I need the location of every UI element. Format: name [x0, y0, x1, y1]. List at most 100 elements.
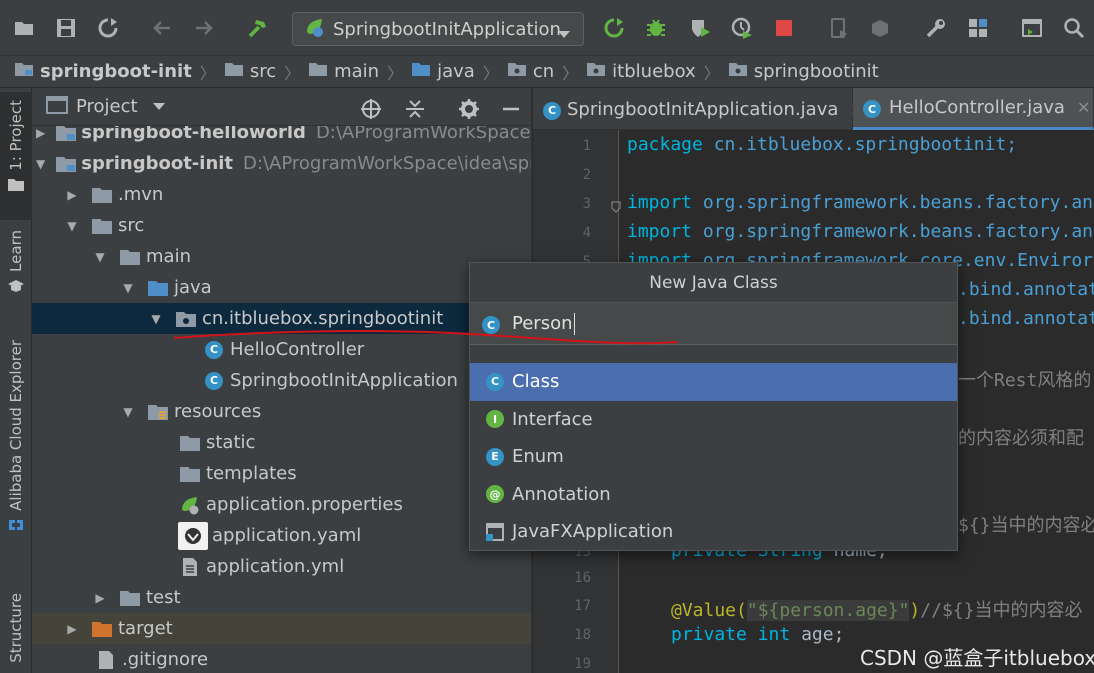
- hide-minimize-icon[interactable]: [500, 98, 522, 120]
- rerun-icon[interactable]: [600, 14, 628, 42]
- project-tool-window: ▶ springboot-helloworld D:\AProgramWorkS…: [32, 88, 532, 673]
- stop-icon[interactable]: [770, 14, 798, 42]
- code-line-1: package cn.itbluebox.springbootinit;: [627, 134, 1018, 155]
- project-tree: ▶ springboot-helloworld D:\AProgramWorkS…: [32, 117, 531, 673]
- tree-row-src[interactable]: ▼ src: [32, 210, 531, 241]
- excluded-folder-icon: [90, 619, 114, 639]
- tree-row-gitignore[interactable]: .gitignore: [32, 644, 531, 673]
- tree-row-java[interactable]: ▼ java: [32, 272, 531, 303]
- kind-option-interface[interactable]: I Interface: [470, 401, 957, 439]
- build-hammer-icon[interactable]: [244, 14, 272, 42]
- dialog-title: New Java Class: [470, 263, 957, 303]
- folder-icon: [178, 433, 202, 453]
- kind-option-enum[interactable]: E Enum: [470, 438, 957, 476]
- tree-row-main[interactable]: ▼ main: [32, 241, 531, 272]
- fold-marker-icon[interactable]: [611, 198, 621, 217]
- device-icon[interactable]: [824, 14, 852, 42]
- chevron-right-icon[interactable]: ▶: [36, 126, 45, 140]
- terminal-window-icon[interactable]: [1018, 14, 1046, 42]
- tree-row-test[interactable]: ▶ test: [32, 582, 531, 613]
- tree-row-target[interactable]: ▶ target: [32, 613, 531, 644]
- chevron-down-icon[interactable]: ▼: [148, 312, 164, 326]
- chevron-down-icon[interactable]: ▼: [36, 157, 45, 171]
- locate-crosshair-icon[interactable]: [360, 98, 382, 120]
- tree-row-static[interactable]: static: [32, 427, 531, 458]
- class-name-input[interactable]: C Person: [470, 303, 957, 345]
- tree-row-application-properties[interactable]: application.properties: [32, 489, 531, 520]
- line-number: 3: [582, 196, 591, 212]
- chevron-right-icon[interactable]: ▶: [64, 188, 80, 202]
- gear-icon[interactable]: [458, 98, 480, 120]
- chevron-down-icon[interactable]: ▼: [120, 405, 136, 419]
- project-structure-icon[interactable]: [964, 14, 992, 42]
- tool-window-tab-project[interactable]: 1: Project: [0, 92, 32, 220]
- tree-row-mvn[interactable]: ▶ .mvn: [32, 179, 531, 210]
- tab-springbootinitapplication[interactable]: C SpringbootInitApplication.java ✕: [533, 88, 864, 130]
- text-caret: [573, 312, 575, 335]
- source-folder-icon: [411, 61, 431, 82]
- javafx-application-icon: [484, 522, 506, 542]
- profile-icon[interactable]: [728, 14, 756, 42]
- open-icon[interactable]: [10, 14, 38, 42]
- chevron-down-icon[interactable]: ▼: [92, 250, 108, 264]
- breadcrumb-item-springbootinit[interactable]: springbootinit: [728, 61, 879, 82]
- package-box-icon[interactable]: [866, 14, 894, 42]
- breadcrumb-item-main[interactable]: main: [308, 61, 379, 82]
- project-view-icon: [46, 95, 68, 118]
- tree-row-application-yml[interactable]: application.yml: [32, 551, 531, 582]
- tree-row-package-springbootinit[interactable]: ▼ cn.itbluebox.springbootinit: [32, 303, 531, 334]
- tree-row-templates[interactable]: templates: [32, 458, 531, 489]
- text-file-icon: [178, 557, 202, 577]
- line-number: 2: [582, 167, 591, 183]
- spring-boot-icon: [303, 16, 325, 42]
- breadcrumb-item-springboot-init[interactable]: springboot-init: [14, 61, 192, 82]
- chevron-down-icon[interactable]: ▼: [64, 219, 80, 233]
- package-icon: [728, 61, 748, 82]
- tool-window-tab-structure[interactable]: Structure: [0, 593, 32, 673]
- kind-option-javafxapplication[interactable]: JavaFXApplication: [470, 513, 957, 551]
- java-class-icon: C: [482, 313, 500, 335]
- folder-icon: [178, 464, 202, 484]
- sync-icon[interactable]: [94, 14, 122, 42]
- breadcrumb-separator: 〉: [387, 63, 404, 83]
- back-arrow-icon[interactable]: [148, 14, 176, 42]
- tree-row-resources[interactable]: ▼ resources: [32, 396, 531, 427]
- save-icon[interactable]: [52, 14, 80, 42]
- project-panel-title[interactable]: Project: [76, 96, 138, 117]
- run-configuration-dropdown[interactable]: SpringbootInitApplication: [292, 12, 584, 46]
- main-toolbar: SpringbootInitApplication: [0, 0, 1094, 56]
- settings-wrench-icon[interactable]: [922, 14, 950, 42]
- run-with-coverage-icon[interactable]: [686, 14, 714, 42]
- breadcrumb-item-java[interactable]: java: [411, 61, 475, 82]
- search-icon[interactable]: [1060, 14, 1088, 42]
- chevron-right-icon[interactable]: ▶: [64, 622, 80, 636]
- tool-window-tab-alibaba-cloud-explorer[interactable]: Alibaba Cloud Explorer: [0, 340, 32, 555]
- chevron-right-icon[interactable]: ▶: [92, 591, 108, 605]
- line-number: 17: [574, 598, 591, 614]
- code-line-11: 的内容必须和配: [958, 428, 1084, 449]
- forward-arrow-icon[interactable]: [190, 14, 218, 42]
- new-java-class-dialog: New Java Class C Person C Class I Interf…: [469, 262, 958, 551]
- breadcrumb-item-src[interactable]: src: [224, 61, 276, 82]
- tree-row-springbootinitapplication[interactable]: C SpringbootInitApplication: [32, 365, 531, 396]
- folder-icon: [90, 216, 114, 236]
- tree-row-hellocontroller[interactable]: C HelloController: [32, 334, 531, 365]
- collapse-all-icon[interactable]: [404, 98, 426, 120]
- chevron-down-icon[interactable]: [152, 97, 166, 116]
- tool-window-tab-learn[interactable]: Learn: [0, 230, 32, 310]
- tree-row-springboot-init[interactable]: ▼ springboot-init D:\AProgramWorkSpace\i…: [32, 148, 531, 179]
- annotation-kind-icon: @: [484, 484, 506, 504]
- tab-hellocontroller[interactable]: C HelloController.java ✕: [853, 88, 1094, 130]
- kind-option-annotation[interactable]: @ Annotation: [470, 476, 957, 514]
- code-line-14: ${}当中的内容必: [958, 515, 1094, 536]
- debug-bug-icon[interactable]: [642, 14, 670, 42]
- breadcrumb-item-cn[interactable]: cn: [507, 61, 554, 82]
- folder-icon: [118, 588, 142, 608]
- chevron-down-icon[interactable]: ▼: [120, 281, 136, 295]
- close-icon[interactable]: ✕: [1077, 98, 1090, 117]
- code-line-18: private int age;: [671, 624, 845, 645]
- breadcrumb-item-itbluebox[interactable]: itbluebox: [586, 61, 696, 82]
- package-icon: [507, 61, 527, 82]
- kind-option-class[interactable]: C Class: [470, 363, 957, 401]
- tree-row-application-yaml[interactable]: application.yaml: [32, 520, 531, 551]
